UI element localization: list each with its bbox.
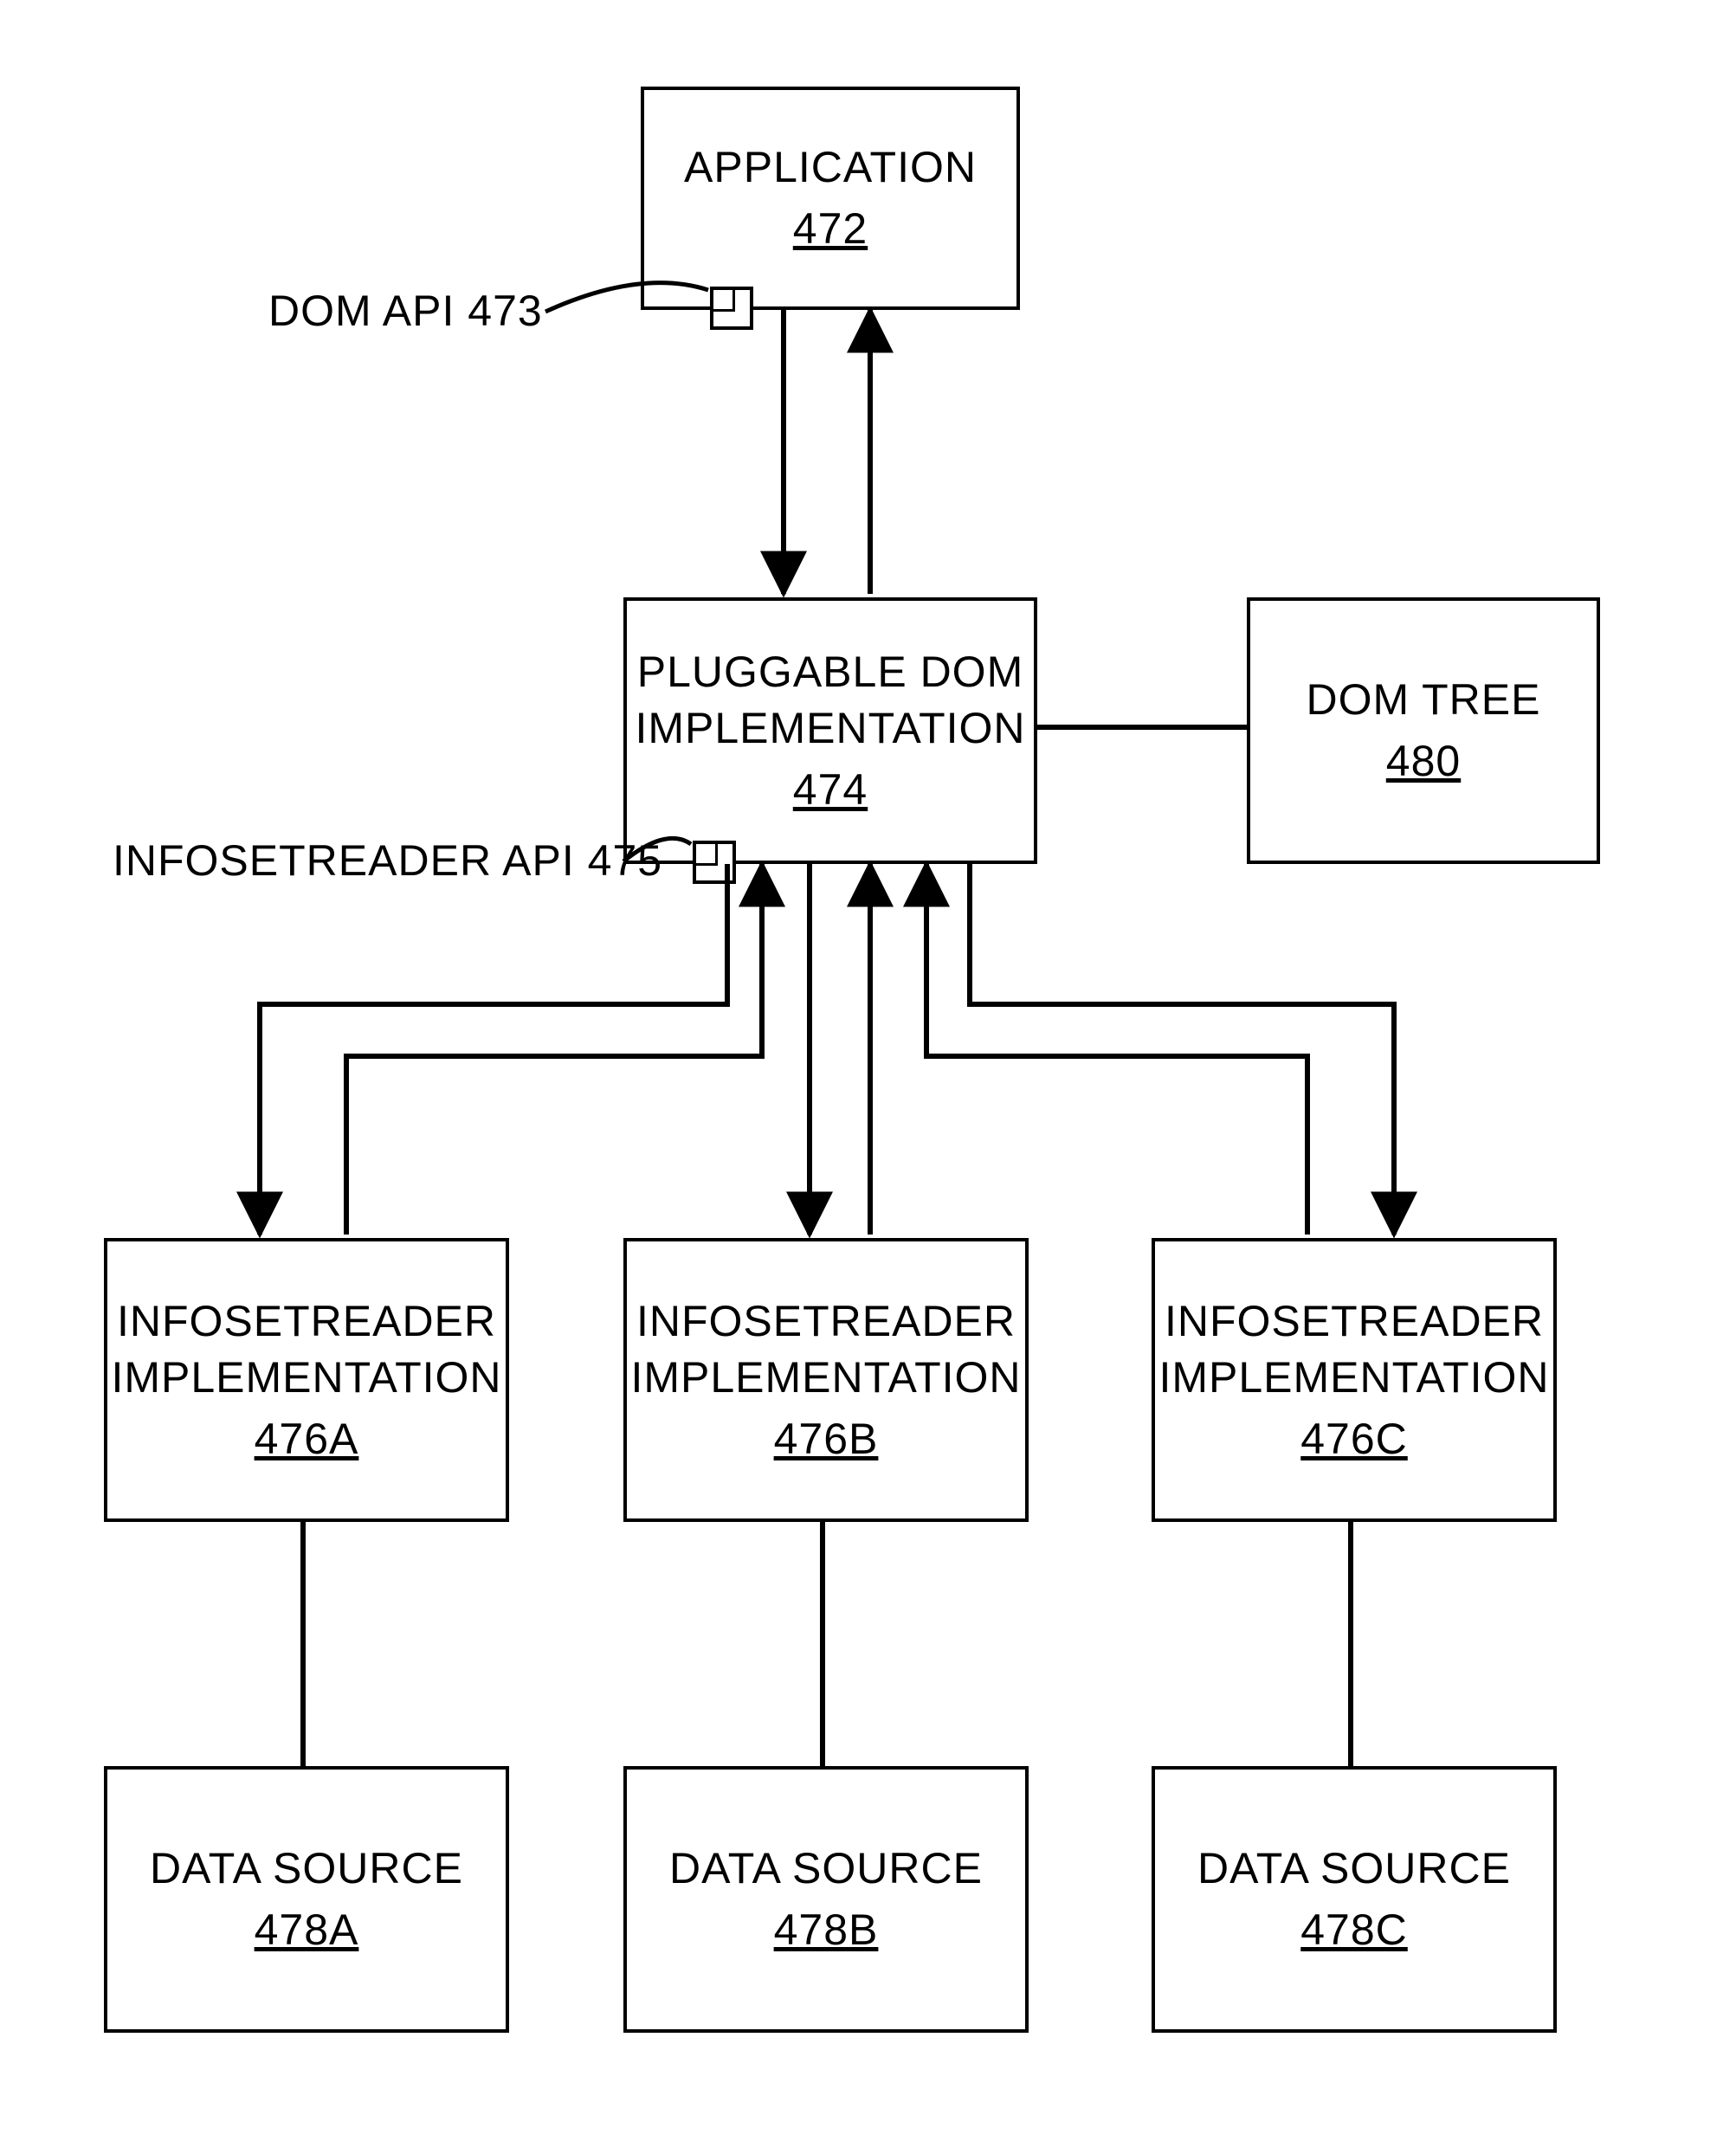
node-reader-b-label: INFOSETREADER IMPLEMENTATION [630, 1293, 1021, 1406]
node-reader-a-label: INFOSETREADER IMPLEMENTATION [111, 1293, 501, 1406]
node-reader-a-ref: 476A [255, 1411, 359, 1467]
node-source-a-ref: 478A [255, 1902, 359, 1958]
node-reader-a: INFOSETREADER IMPLEMENTATION 476A [104, 1238, 509, 1522]
node-application-label: APPLICATION [684, 139, 977, 196]
node-dom-tree-label: DOM TREE [1307, 672, 1541, 728]
node-dom-tree-ref: 480 [1386, 733, 1461, 790]
node-source-b-ref: 478B [774, 1902, 879, 1958]
node-reader-b: INFOSETREADER IMPLEMENTATION 476B [623, 1238, 1029, 1522]
node-source-a: DATA SOURCE 478A [104, 1766, 509, 2033]
diagram-canvas: APPLICATION 472 DOM API 473 PLUGGABLE DO… [0, 0, 1736, 2147]
label-infosetreader-api: INFOSETREADER API 475 [113, 835, 662, 886]
node-reader-c-label: INFOSETREADER IMPLEMENTATION [1158, 1293, 1549, 1406]
node-source-c: DATA SOURCE 478C [1152, 1766, 1557, 2033]
node-pluggable-label: PLUGGABLE DOM IMPLEMENTATION [635, 644, 1025, 757]
node-reader-b-ref: 476B [774, 1411, 879, 1467]
node-pluggable-dom: PLUGGABLE DOM IMPLEMENTATION 474 [623, 597, 1037, 864]
node-source-b-label: DATA SOURCE [669, 1841, 983, 1897]
node-application-ref: 472 [793, 201, 868, 257]
node-source-a-label: DATA SOURCE [150, 1841, 463, 1897]
node-source-b: DATA SOURCE 478B [623, 1766, 1029, 2033]
node-dom-tree: DOM TREE 480 [1247, 597, 1600, 864]
node-reader-c-ref: 476C [1300, 1411, 1408, 1467]
node-source-c-ref: 478C [1300, 1902, 1408, 1958]
node-source-c-label: DATA SOURCE [1197, 1841, 1511, 1897]
label-dom-api: DOM API 473 [268, 286, 543, 336]
port-infosetreader-api [693, 841, 736, 884]
node-application: APPLICATION 472 [641, 87, 1020, 310]
node-reader-c: INFOSETREADER IMPLEMENTATION 476C [1152, 1238, 1557, 1522]
node-pluggable-ref: 474 [793, 762, 868, 818]
port-dom-api [710, 287, 753, 330]
